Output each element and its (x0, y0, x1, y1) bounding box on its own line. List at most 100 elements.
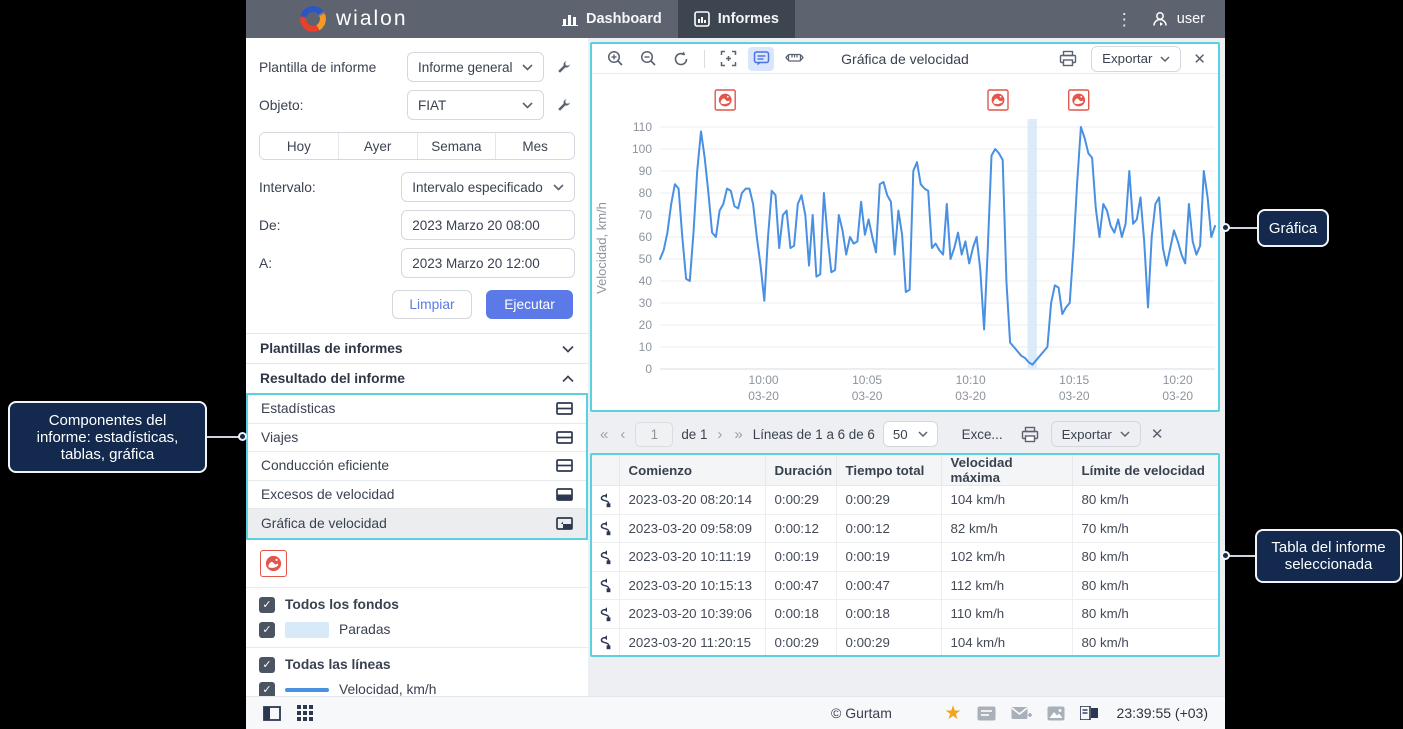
table-row[interactable]: 2023-03-20 09:58:09 0:00:12 0:00:12 82 k… (592, 514, 1218, 543)
from-datetime-input[interactable]: 2023 Marzo 20 08:00 (401, 210, 575, 240)
route-track-icon (598, 634, 613, 650)
range-week-button[interactable]: Semana (418, 133, 497, 159)
velocidad-row: ✓ Velocidad, km/h (259, 682, 575, 696)
table-row[interactable]: 2023-03-20 10:39:06 0:00:18 0:00:18 110 … (592, 600, 1218, 629)
accordion-report-templates[interactable]: Plantillas de informes (246, 333, 588, 363)
duracion-cell: 0:00:19 (765, 543, 836, 572)
show-on-map-cell[interactable] (592, 600, 619, 629)
print-icon[interactable] (1055, 47, 1081, 71)
tab-dashboard[interactable]: Dashboard (546, 0, 678, 38)
chart-export-button[interactable]: Exportar (1091, 46, 1181, 72)
show-on-map-cell[interactable] (592, 486, 619, 515)
to-datetime-input[interactable]: 2023 Marzo 20 12:00 (401, 248, 575, 278)
page-count-label: de 1 (681, 427, 707, 442)
bar-chart-icon (562, 12, 578, 26)
accordion-report-result[interactable]: Resultado del informe (246, 363, 588, 393)
show-on-map-cell[interactable] (592, 571, 619, 600)
range-today-button[interactable]: Hoy (260, 133, 339, 159)
tab-informes[interactable]: Informes (678, 0, 795, 38)
ruler-icon[interactable] (781, 47, 807, 71)
lines-range-label: Líneas de 1 a 6 de 6 (753, 427, 875, 442)
limite-velocidad-cell: 70 km/h (1072, 514, 1218, 543)
table-selected-icon (556, 488, 573, 501)
next-page-icon[interactable]: › (715, 426, 724, 443)
reset-zoom-icon[interactable] (668, 47, 694, 71)
table-row[interactable]: 2023-03-20 10:11:19 0:00:19 0:00:19 102 … (592, 543, 1218, 572)
table-close-icon[interactable]: ✕ (1149, 425, 1166, 443)
chart-close-icon[interactable]: ✕ (1191, 50, 1208, 68)
component-estadisticas[interactable]: Estadísticas (248, 395, 586, 424)
column-header[interactable]: Tiempo total (836, 455, 941, 486)
page-size-select[interactable]: 50 (883, 421, 938, 447)
tiempo-total-cell: 0:00:19 (836, 543, 941, 572)
column-header[interactable]: Límite de velocidad (1072, 455, 1218, 486)
paradas-checkbox[interactable]: ✓ (259, 622, 275, 638)
object-settings-wrench-icon[interactable] (556, 98, 571, 113)
table-export-label: Exportar (1062, 427, 1112, 442)
prev-page-icon[interactable]: ‹ (618, 426, 627, 443)
print-icon[interactable] (1017, 422, 1043, 446)
tooltip-toggle-icon[interactable] (748, 47, 774, 71)
object-select[interactable]: FIAT (407, 90, 544, 120)
speeding-table-panel: Comienzo Duración Tiempo total Velocidad… (590, 453, 1220, 657)
favorites-star-icon[interactable]: ★ (944, 704, 961, 723)
table-export-button[interactable]: Exportar (1051, 421, 1141, 447)
table-row[interactable]: 2023-03-20 10:15:13 0:00:47 0:00:47 112 … (592, 571, 1218, 600)
column-header[interactable]: Velocidad máxima (941, 455, 1072, 486)
user-menu[interactable]: user (1151, 10, 1205, 28)
comienzo-cell[interactable]: 2023-03-20 10:15:13 (619, 571, 765, 600)
comienzo-cell[interactable]: 2023-03-20 10:11:19 (619, 543, 765, 572)
comienzo-cell[interactable]: 2023-03-20 09:58:09 (619, 514, 765, 543)
navbar-right: ⋮ user (1116, 0, 1225, 38)
component-excesos-velocidad[interactable]: Excesos de velocidad (248, 481, 586, 510)
toolbar-separator (704, 50, 705, 68)
component-conduccion-eficiente[interactable]: Conducción eficiente (248, 452, 586, 481)
clock-time: 23:39:55 (+03) (1117, 705, 1208, 721)
comienzo-cell[interactable]: 2023-03-20 10:39:06 (619, 600, 765, 629)
accordion-report-templates-label: Plantillas de informes (260, 341, 403, 356)
clear-button[interactable]: Limpiar (392, 290, 472, 319)
velocidad-checkbox[interactable]: ✓ (259, 682, 275, 696)
all-lines-checkbox[interactable]: ✓ (259, 657, 275, 673)
show-on-map-cell[interactable] (592, 543, 619, 572)
news-card-icon[interactable] (977, 706, 996, 721)
range-yesterday-button[interactable]: Ayer (339, 133, 418, 159)
paradas-label: Paradas (339, 622, 390, 637)
table-row[interactable]: 2023-03-20 08:20:14 0:00:29 0:00:29 104 … (592, 486, 1218, 515)
column-header[interactable]: Duración (765, 455, 836, 486)
first-page-icon[interactable]: « (598, 426, 610, 443)
show-on-map-cell[interactable] (592, 628, 619, 657)
apps-grid-icon[interactable] (297, 705, 313, 721)
template-settings-wrench-icon[interactable] (556, 60, 571, 75)
page-number-input[interactable]: 1 (635, 422, 673, 447)
column-header[interactable]: Comienzo (619, 455, 765, 486)
image-icon[interactable] (1047, 706, 1065, 721)
svg-text:10:20: 10:20 (1163, 373, 1193, 387)
speed-line-chart[interactable]: 010203040506070809010011010:0003-2010:05… (592, 74, 1218, 410)
last-page-icon[interactable]: » (732, 426, 744, 443)
interval-select[interactable]: Intervalo especificado (401, 172, 575, 202)
comienzo-cell[interactable]: 2023-03-20 11:20:15 (619, 628, 765, 657)
execute-button[interactable]: Ejecutar (486, 290, 573, 319)
template-select[interactable]: Informe general (407, 52, 544, 82)
panel-layout-icon[interactable] (1080, 706, 1098, 720)
show-on-map-cell[interactable] (592, 514, 619, 543)
component-grafica-velocidad[interactable]: Gráfica de velocidad (248, 509, 586, 538)
range-month-button[interactable]: Mes (496, 133, 574, 159)
component-label: Viajes (261, 430, 298, 445)
component-viajes[interactable]: Viajes (248, 424, 586, 453)
toggle-sidebar-icon[interactable] (263, 706, 281, 721)
all-backgrounds-checkbox[interactable]: ✓ (259, 597, 275, 613)
mail-notification-icon[interactable] (1011, 706, 1032, 721)
svg-text:03-20: 03-20 (1162, 389, 1193, 403)
zoom-in-icon[interactable] (602, 47, 628, 71)
chevron-down-icon (553, 184, 564, 191)
svg-text:0: 0 (645, 362, 652, 376)
zoom-out-icon[interactable] (635, 47, 661, 71)
speeding-event-icon[interactable] (260, 550, 287, 577)
table-row[interactable]: 2023-03-20 11:20:15 0:00:29 0:00:29 104 … (592, 628, 1218, 657)
kebab-menu-icon[interactable]: ⋮ (1116, 11, 1133, 28)
comienzo-cell[interactable]: 2023-03-20 08:20:14 (619, 486, 765, 515)
velocidad-maxima-cell: 104 km/h (941, 628, 1072, 657)
fit-selection-icon[interactable] (715, 47, 741, 71)
